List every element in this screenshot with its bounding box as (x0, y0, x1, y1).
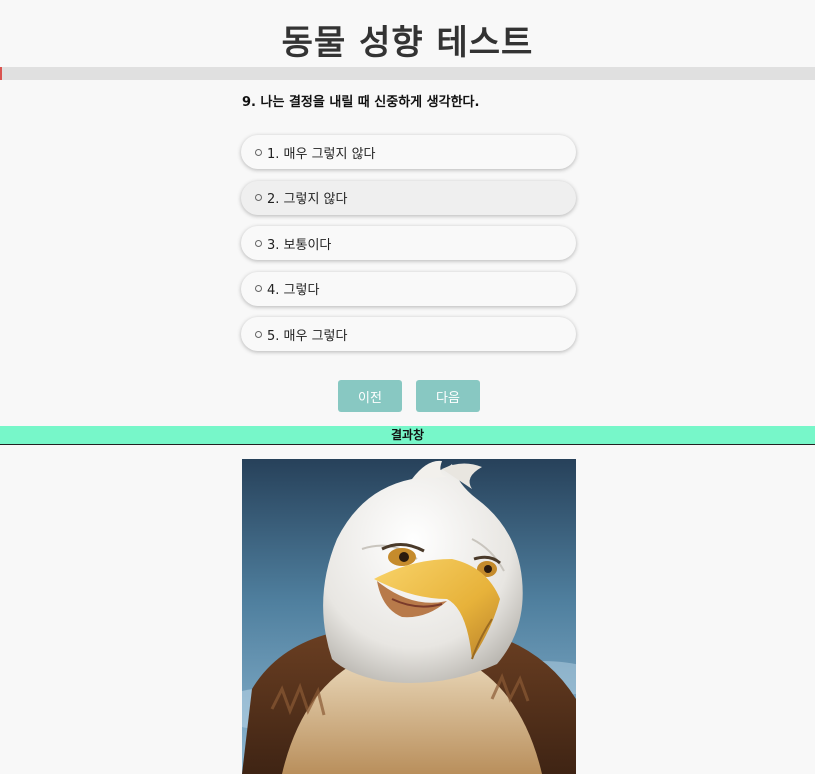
answer-option-label: 5. 매우 그렇다 (267, 328, 348, 344)
radio-icon[interactable] (255, 239, 262, 247)
answer-option-1[interactable]: 1. 매우 그렇지 않다 (241, 135, 576, 169)
radio-icon[interactable] (255, 148, 262, 156)
answer-option-2[interactable]: 2. 그렇지 않다 (241, 180, 576, 215)
result-heading: 결과창 (0, 426, 815, 445)
next-button[interactable]: 다음 (416, 380, 480, 412)
answer-options: 1. 매우 그렇지 않다 2. 그렇지 않다 3. 보통이다 4. 그렇다 5.… (241, 135, 576, 363)
question-text: 9. 나는 결정을 내릴 때 신중하게 생각한다. (242, 95, 480, 110)
answer-option-label: 2. 그렇지 않다 (267, 192, 348, 207)
eagle-illustration (242, 459, 576, 774)
radio-icon[interactable] (255, 330, 262, 338)
progress-bar (0, 67, 815, 80)
radio-icon[interactable] (255, 285, 262, 292)
answer-option-4[interactable]: 4. 그렇다 (241, 271, 576, 306)
progress-fill (0, 67, 2, 80)
test-page: 동물 성향 테스트 9. 나는 결정을 내릴 때 신중하게 생각한다. 1. 매… (0, 0, 815, 774)
radio-icon[interactable] (255, 194, 262, 201)
result-eagle-image (242, 459, 576, 774)
page-title: 동물 성향 테스트 (281, 23, 534, 63)
answer-option-label: 1. 매우 그렇지 않다 (267, 146, 376, 162)
navigation-buttons: 이전 다음 (338, 380, 480, 412)
answer-option-label: 4. 그렇다 (267, 283, 320, 298)
prev-button[interactable]: 이전 (338, 380, 402, 412)
answer-option-5[interactable]: 5. 매우 그렇다 (241, 317, 576, 351)
answer-option-3[interactable]: 3. 보통이다 (241, 226, 576, 260)
answer-option-label: 3. 보통이다 (267, 237, 332, 253)
